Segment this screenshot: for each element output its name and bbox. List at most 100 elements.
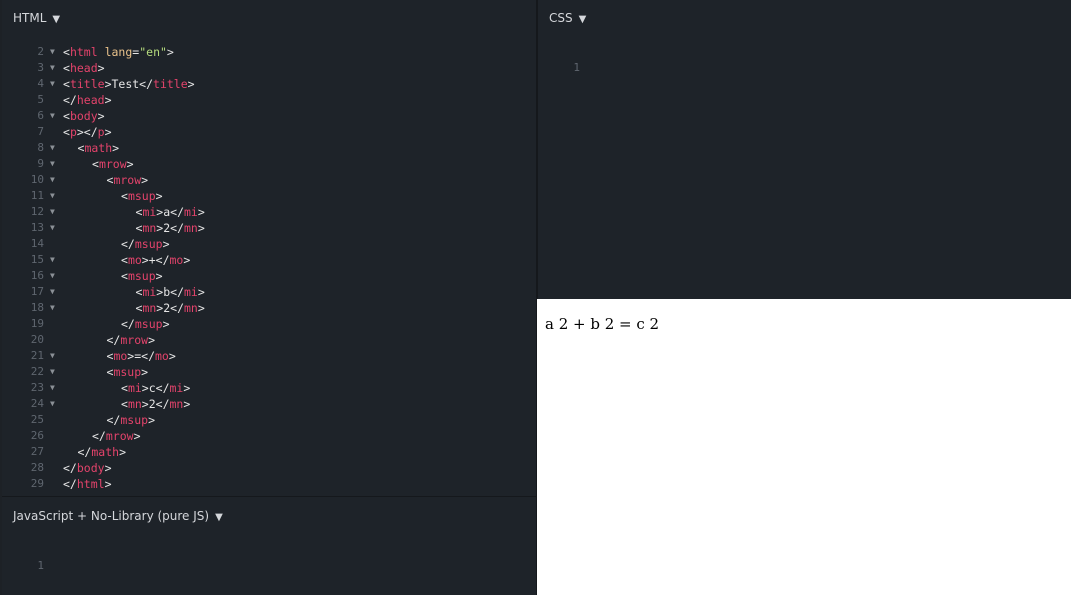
code-punct: </ (121, 237, 135, 251)
tag-name: mn (184, 301, 198, 315)
code-punct: </ (63, 461, 77, 475)
code-text: <mrow> (107, 172, 149, 188)
fold-arrow-icon[interactable]: ▼ (50, 268, 55, 284)
chevron-down-icon[interactable]: ▼ (215, 512, 223, 523)
code-punct: </ (106, 333, 121, 347)
css-panel-title: CSS (549, 11, 573, 25)
code-punct: > (104, 93, 112, 107)
tag-name: mn (142, 301, 157, 315)
line-number: 25 (30, 413, 44, 426)
line-number: 24 (30, 397, 44, 410)
code-punct: >2</ (156, 221, 184, 235)
js-code-editor[interactable]: 1 (2, 542, 44, 572)
tag-name: body (76, 461, 105, 475)
result-math-output: a 2 + b 2 = c 2 (545, 315, 660, 333)
fold-arrow-icon[interactable]: ▼ (50, 284, 55, 300)
css-panel-header[interactable]: CSS ▼ (549, 11, 586, 25)
code-punct: > (97, 61, 105, 75)
code-text: </html> (63, 476, 112, 492)
code-text: </body> (63, 460, 112, 476)
tag-name: html (69, 45, 98, 59)
code-text: <msup> (107, 364, 149, 380)
tag-name: title (153, 77, 188, 91)
fold-arrow-icon[interactable]: ▼ (50, 220, 55, 236)
tag-name: mn (169, 397, 184, 411)
tag-name: mo (169, 253, 184, 267)
tag-name: title (69, 77, 105, 91)
code-text: <mi>b</mi> (136, 284, 205, 300)
fold-arrow-icon[interactable]: ▼ (50, 60, 55, 76)
code-punct: > (141, 173, 149, 187)
code-punct: > (187, 77, 195, 91)
tag-name: mrow (98, 157, 127, 171)
fold-arrow-icon[interactable]: ▼ (50, 108, 55, 124)
code-punct: > (162, 317, 170, 331)
line-number: 5 (37, 93, 44, 106)
line-number: 15 (30, 253, 44, 266)
line-number: 29 (30, 477, 44, 490)
code-punct: > (183, 397, 191, 411)
fold-arrow-icon[interactable]: ▼ (50, 156, 55, 172)
tag-name: mrow (113, 173, 142, 187)
chevron-down-icon[interactable]: ▼ (52, 14, 60, 25)
code-punct: >b</ (156, 285, 184, 299)
fold-arrow-icon[interactable]: ▼ (50, 76, 55, 92)
code-text: </msup> (107, 412, 156, 428)
code-text: </math> (78, 444, 127, 460)
css-code-editor[interactable]: 1 (538, 44, 580, 74)
code-punct: < (63, 125, 70, 139)
tag-name: msup (127, 189, 156, 203)
fold-arrow-icon[interactable]: ▼ (50, 44, 55, 60)
tag-name: mi (127, 381, 142, 395)
tag-name: mi (184, 285, 198, 299)
chevron-down-icon[interactable]: ▼ (579, 14, 587, 25)
fold-arrow-icon[interactable]: ▼ (50, 396, 55, 412)
line-number: 6 (37, 109, 44, 122)
code-punct: </ (63, 93, 77, 107)
code-punct: > (183, 253, 191, 267)
code-punct: > (104, 477, 112, 491)
code-text: <mi>c</mi> (121, 380, 190, 396)
fold-arrow-icon[interactable]: ▼ (50, 172, 55, 188)
line-number: 17 (30, 285, 44, 298)
code-punct: >c</ (141, 381, 170, 395)
code-punct: >Test</ (104, 77, 154, 91)
code-text: <mn>2</mn> (136, 300, 205, 316)
fold-arrow-icon[interactable]: ▼ (50, 348, 55, 364)
html-panel-header[interactable]: HTML ▼ (13, 11, 60, 25)
code-punct: >2</ (156, 301, 184, 315)
code-punct: > (112, 141, 120, 155)
js-panel-header[interactable]: JavaScript + No-Library (pure JS) ▼ (13, 509, 223, 523)
attr-value: "en" (139, 45, 167, 59)
code-punct: > (197, 205, 205, 219)
code-punct: > (197, 221, 205, 235)
fold-arrow-icon[interactable]: ▼ (50, 252, 55, 268)
fold-arrow-icon[interactable]: ▼ (50, 380, 55, 396)
tag-name: msup (134, 237, 163, 251)
code-punct: > (162, 237, 170, 251)
code-text: <title>Test</title> (63, 76, 195, 92)
code-punct: < (92, 157, 99, 171)
tag-name: math (84, 141, 113, 155)
code-punct: > (155, 189, 163, 203)
tag-name: mrow (120, 333, 149, 347)
attr-name: lang (104, 45, 133, 59)
code-punct: >=</ (127, 349, 155, 363)
fold-arrow-icon[interactable]: ▼ (50, 140, 55, 156)
line-number: 20 (30, 333, 44, 346)
fold-arrow-icon[interactable]: ▼ (50, 364, 55, 380)
line-number: 18 (30, 301, 44, 314)
code-line: 1 (2, 542, 44, 572)
fold-arrow-icon[interactable]: ▼ (50, 204, 55, 220)
code-text: <head> (63, 60, 105, 76)
code-text: <msup> (121, 268, 163, 284)
code-punct: >a</ (156, 205, 184, 219)
code-punct: >+</ (141, 253, 170, 267)
code-punct: > (104, 461, 112, 475)
fold-arrow-icon[interactable]: ▼ (50, 188, 55, 204)
line-number: 23 (30, 381, 44, 394)
fold-arrow-icon[interactable]: ▼ (50, 300, 55, 316)
code-text: </msup> (121, 236, 170, 252)
code-punct: > (183, 381, 191, 395)
code-punct: </ (121, 317, 135, 331)
